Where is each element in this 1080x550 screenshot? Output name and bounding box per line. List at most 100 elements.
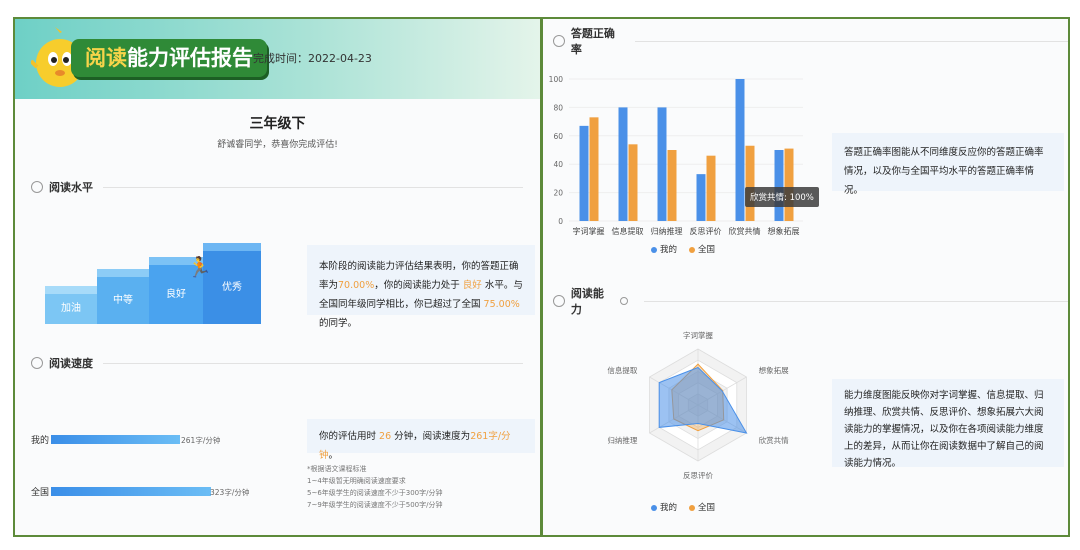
minutes-value: 26 (379, 431, 392, 442)
x-tick-label: 欣赏共情 (729, 226, 761, 236)
level-text-4: 的同学。 (319, 318, 358, 329)
accuracy-value: 70.00% (338, 280, 375, 291)
legend-mine: 我的 (651, 501, 677, 513)
percentile-value: 75.00% (483, 299, 520, 310)
date-value: 2022-04-23 (308, 52, 372, 65)
y-tick-label: 100 (549, 75, 564, 84)
legend-mine: 我的 (651, 243, 677, 255)
bar-mine (774, 150, 784, 221)
level-section-icon (31, 181, 43, 193)
accuracy-description-box: 答题正确率图能从不同维度反应你的答题正确率情况，以及你与全国平均水平的答题正确率… (832, 133, 1064, 196)
x-tick-label: 信息提取 (612, 226, 644, 236)
legend-mine-label: 我的 (660, 245, 678, 255)
bar-national (628, 144, 638, 221)
stair-step-1-label: 加油 (61, 303, 81, 314)
legend-dot-mine (651, 504, 657, 511)
y-tick-label: 60 (553, 132, 563, 141)
legend-dot-mine (651, 246, 657, 253)
legend-dot-national (689, 246, 696, 253)
y-tick-label: 40 (553, 160, 563, 169)
divider (644, 300, 1068, 302)
speed-section-icon (31, 357, 43, 369)
radar-axis-label: 想象拓展 (759, 365, 789, 375)
bar-mine (735, 79, 745, 221)
ability-heading: 阅读能力 (570, 287, 604, 316)
speed-row-mine-label: 我的 (31, 436, 50, 446)
legend-national: 全国 (689, 501, 715, 513)
speed-row-mine-bar (51, 435, 180, 444)
y-tick-label: 0 (558, 217, 563, 226)
note-line: 1~4年级暂无明确阅读速度要求 (307, 477, 406, 485)
speed-row-mine-value: 261字/分钟 (181, 436, 221, 445)
bar-chart-legend: 我的 全国 (651, 243, 715, 255)
title-highlight: 阅读 (85, 46, 127, 70)
level-heading: 阅读水平 (49, 181, 93, 194)
stair-step-2: 中等 (97, 269, 149, 324)
speed-section-header: 阅读速度 (31, 355, 523, 371)
check-circle-icon (553, 35, 565, 47)
report-title: 阅读能力评估报告 (71, 39, 267, 77)
report-right-panel: 答题正确率 0 20 40 60 80 100 字词掌握 信息提取 归纳推理 反思评价 欣赏共情 想象… (541, 17, 1070, 537)
x-tick-label: 字词掌握 (573, 226, 605, 236)
legend-national-label: 全国 (698, 245, 716, 255)
bar-mine (579, 125, 589, 221)
speed-row-national-bar (51, 487, 211, 496)
stair-step-4-label: 优秀 (222, 282, 242, 293)
divider (634, 40, 1068, 42)
speed-heading: 阅读速度 (49, 357, 93, 370)
radar-axis-label: 字词掌握 (683, 330, 713, 340)
level-section-header: 阅读水平 (31, 179, 523, 195)
bar-national (706, 155, 716, 221)
title-rest: 能力评估报告 (127, 46, 253, 70)
speed-box-text-2: 分钟，阅读速度为 (394, 431, 471, 442)
gear-icon (553, 295, 565, 307)
speed-summary-box: 你的评估用时 26 分钟，阅读速度为261字/分钟。 (307, 419, 535, 461)
radar-axis-label: 反思评价 (683, 470, 713, 480)
ability-section-header: 阅读能力 (553, 285, 1068, 317)
report-header: 阅读能力评估报告 完成时间：2022-04-23 (15, 19, 540, 99)
bar-mine (657, 107, 667, 221)
x-tick-label: 想象拓展 (768, 226, 800, 236)
report-left-panel: 阅读能力评估报告 完成时间：2022-04-23 三年级下 舒诚睿同学，恭喜你完… (13, 17, 542, 537)
stair-step-1: 加油 (45, 286, 97, 324)
radar-axis-label: 归纳推理 (607, 435, 637, 445)
stair-step-2-label: 中等 (113, 295, 133, 306)
speed-notes: *根据语文课程标准 1~4年级暂无明确阅读速度要求 5~6年级学生的阅读速度不少… (307, 463, 443, 511)
legend-mine-label: 我的 (660, 503, 678, 513)
runner-icon: 🏃 (187, 255, 212, 279)
radar-axis-label: 欣赏共情 (759, 435, 789, 445)
note-line: 7~9年级学生的阅读速度不少于500字/分钟 (307, 501, 443, 509)
bar-mine (618, 107, 628, 221)
note-line: *根据语文课程标准 (307, 465, 367, 473)
bar-national (589, 117, 599, 221)
ability-radar-chart: 字词掌握想象拓展欣赏共情反思评价 归纳推理 信息提取 (607, 330, 789, 480)
legend-national-label: 全国 (698, 503, 716, 513)
speed-box-text-3: 。 (328, 450, 339, 461)
x-tick-label: 归纳推理 (651, 226, 683, 236)
ability-description-box: 能力维度图能反映你对字词掌握、信息提取、归纳推理、欣赏共情、反思评价、想象拓展六… (832, 379, 1064, 469)
grade-title: 三年级下 (249, 116, 306, 132)
y-tick-label: 20 (553, 189, 563, 198)
accuracy-section-header: 答题正确率 (553, 25, 1068, 57)
completion-date: 完成时间：2022-04-23 (253, 50, 372, 66)
level-text-2: ，你的阅读能力处于 (374, 280, 460, 291)
date-label: 完成时间： (253, 52, 308, 65)
bar-national (784, 148, 794, 221)
legend-national: 全国 (689, 243, 715, 255)
speed-row-national-label: 全国 (31, 488, 50, 498)
bar-national (745, 145, 755, 221)
note-line: 5~6年级学生的阅读速度不少于300字/分钟 (307, 489, 443, 497)
legend-dot-national (689, 504, 696, 511)
radar-chart-legend: 我的 全国 (651, 501, 715, 513)
y-tick-label: 80 (553, 103, 563, 112)
divider (103, 362, 523, 364)
speed-row-national-value: 323字/分钟 (210, 488, 250, 497)
accuracy-bar-chart: 0 20 40 60 80 100 字词掌握 信息提取 归纳推理 反思评价 欣赏共情 想象拓展 (549, 75, 803, 236)
bar-mine (696, 174, 706, 221)
greeting-text: 舒诚睿同学，恭喜你完成评估! (217, 140, 338, 150)
x-tick-label: 反思评价 (690, 226, 722, 236)
speed-box-text-1: 你的评估用时 (319, 431, 377, 442)
stair-step-3-label: 良好 (166, 289, 186, 300)
info-icon[interactable] (620, 297, 629, 305)
level-summary-box: 本阶段的阅读能力评估结果表明，你的答题正确率为70.00%，你的阅读能力处于 良… (307, 245, 535, 329)
